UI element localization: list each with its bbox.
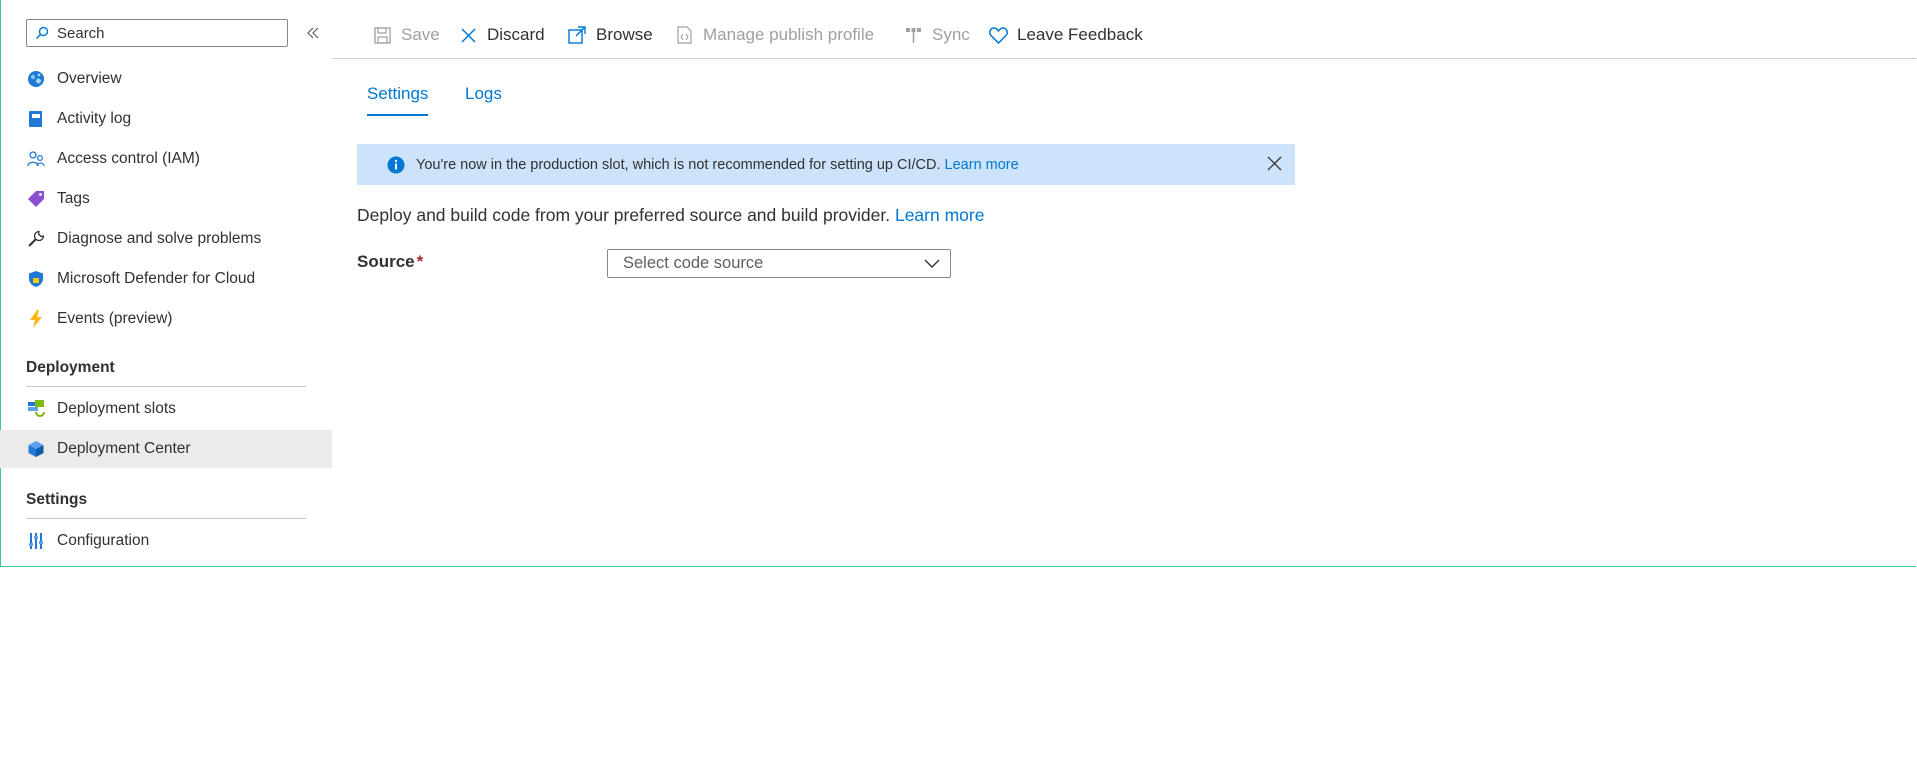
sync-button[interactable]: Sync — [903, 22, 970, 48]
info-banner: You're now in the production slot, which… — [357, 144, 1295, 185]
close-icon — [458, 25, 478, 45]
sidebar-item-label: Activity log — [57, 110, 132, 127]
leave-feedback-button[interactable]: Leave Feedback — [988, 22, 1143, 48]
description-text: Deploy and build code from your preferre… — [357, 205, 891, 225]
deployment-slots-icon — [26, 399, 46, 419]
search-input[interactable] — [55, 23, 279, 43]
discard-button[interactable]: Discard — [458, 22, 545, 48]
lightning-icon — [26, 309, 46, 329]
dropdown-value: Select code source — [623, 254, 764, 272]
sidebar-item-label: Access control (IAM) — [57, 150, 200, 167]
sidebar-item-deployment-center[interactable]: Deployment Center — [0, 430, 332, 468]
sidebar-item-defender[interactable]: Microsoft Defender for Cloud — [0, 260, 332, 298]
tab-logs[interactable]: Logs — [465, 84, 502, 114]
collapse-sidebar-button[interactable] — [304, 23, 322, 43]
source-label-text: Source — [357, 252, 415, 271]
chevron-down-icon — [924, 257, 940, 271]
sync-label: Sync — [932, 25, 970, 44]
source-field-label: Source * — [357, 252, 423, 272]
page-description: Deploy and build code from your preferre… — [357, 205, 984, 226]
sidebar-item-tags[interactable]: Tags — [0, 180, 332, 218]
sidebar-item-configuration[interactable]: Configuration — [0, 522, 332, 560]
save-label: Save — [401, 25, 440, 44]
shield-icon — [26, 269, 46, 289]
cube-icon — [26, 439, 46, 459]
sidebar-item-diagnose[interactable]: Diagnose and solve problems — [0, 220, 332, 258]
sidebar-item-deployment-slots[interactable]: Deployment slots — [0, 390, 332, 428]
sidebar-search-box[interactable] — [26, 19, 288, 47]
section-title-settings: Settings — [26, 491, 306, 519]
banner-learn-more-link[interactable]: Learn more — [945, 157, 1019, 173]
sidebar-item-label: Deployment Center — [57, 440, 191, 457]
required-marker: * — [416, 252, 424, 271]
sidebar-item-label: Tags — [57, 190, 90, 207]
dismiss-banner-button[interactable] — [1267, 156, 1283, 172]
activity-log-icon — [26, 109, 46, 129]
leave-feedback-label: Leave Feedback — [1017, 25, 1143, 44]
save-icon — [372, 25, 392, 45]
search-icon — [35, 26, 49, 40]
sidebar: Overview Activity log Access control (IA… — [0, 0, 332, 566]
sliders-icon — [26, 531, 46, 551]
manage-publish-profile-label: Manage publish profile — [703, 25, 875, 44]
discard-label: Discard — [487, 25, 545, 44]
document-code-icon — [674, 25, 694, 45]
close-icon — [1267, 156, 1282, 171]
browse-label: Browse — [596, 25, 653, 44]
sidebar-item-activity-log[interactable]: Activity log — [0, 100, 332, 138]
sidebar-item-events[interactable]: Events (preview) — [0, 300, 332, 338]
tab-settings[interactable]: Settings — [367, 84, 429, 116]
sidebar-item-label: Events (preview) — [57, 310, 173, 327]
sidebar-item-label: Microsoft Defender for Cloud — [57, 270, 256, 287]
manage-publish-profile-button[interactable]: Manage publish profile — [674, 22, 874, 48]
banner-text: You're now in the production slot, which… — [416, 156, 941, 173]
double-chevron-left-icon — [307, 27, 319, 39]
sidebar-item-label: Diagnose and solve problems — [57, 230, 262, 247]
sync-icon — [903, 25, 923, 45]
sidebar-item-label: Configuration — [57, 532, 150, 549]
sidebar-item-label: Deployment slots — [57, 400, 176, 417]
tag-icon — [26, 189, 46, 209]
save-button[interactable]: Save — [372, 22, 440, 48]
code-source-dropdown[interactable]: Select code source — [607, 249, 951, 278]
wrench-icon — [26, 229, 46, 249]
overview-icon — [26, 69, 46, 89]
banner-message: You're now in the production slot, which… — [416, 157, 1019, 173]
external-link-icon — [567, 25, 587, 45]
section-title-deployment: Deployment — [26, 359, 306, 387]
sidebar-item-access-control[interactable]: Access control (IAM) — [0, 140, 332, 178]
heart-icon — [988, 25, 1008, 45]
sidebar-item-label: Overview — [57, 70, 122, 87]
info-icon — [387, 156, 405, 174]
sidebar-item-overview[interactable]: Overview — [0, 60, 332, 98]
command-bar: Save Discard Browse Manage publish profi… — [332, 0, 1916, 59]
description-learn-more-link[interactable]: Learn more — [895, 205, 985, 225]
access-control-icon — [26, 149, 46, 169]
browse-button[interactable]: Browse — [567, 22, 653, 48]
